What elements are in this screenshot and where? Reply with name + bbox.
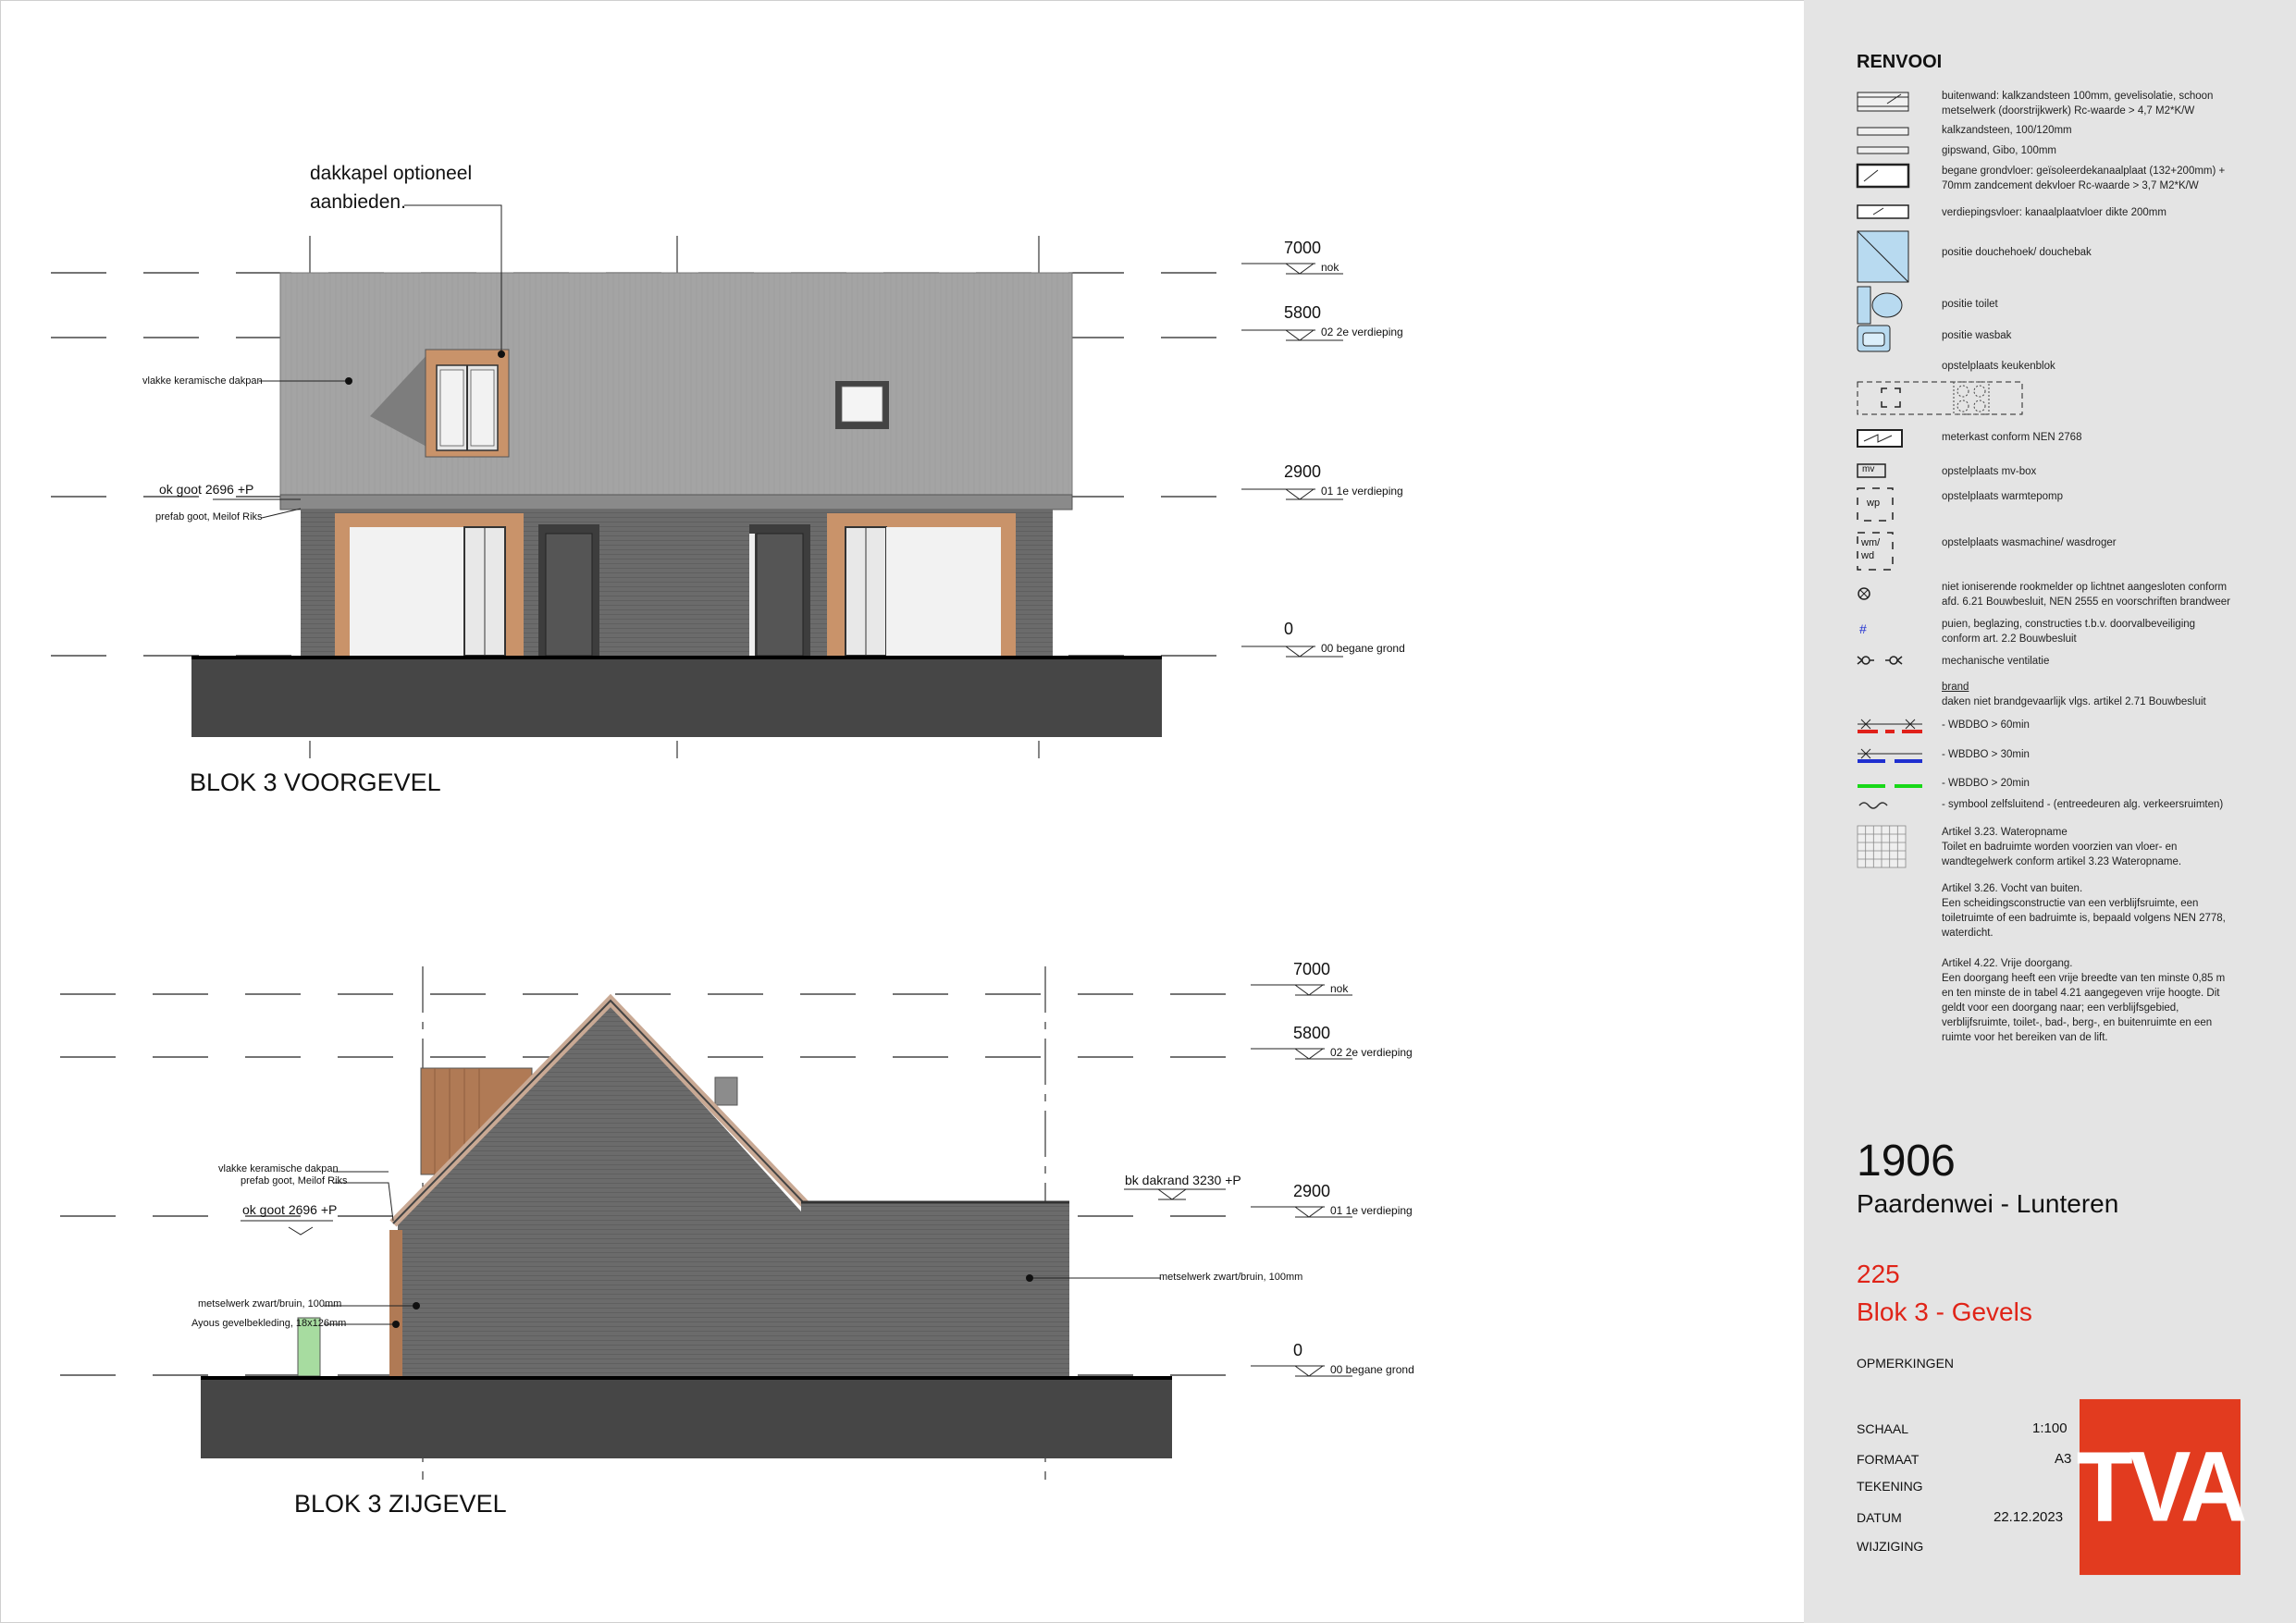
- field-revision-key: WIJZIGING: [1857, 1539, 1924, 1554]
- front-level-nok-name: nok: [1321, 261, 1339, 274]
- side-level-0-value: 0: [1293, 1341, 1303, 1359]
- project-name: Paardenwei - Lunteren: [1857, 1189, 2119, 1218]
- remarks-label: OPMERKINGEN: [1857, 1356, 1955, 1371]
- front-gutter-label: prefab goot, Meilof Riks: [155, 511, 263, 523]
- field-scale-key: SCHAAL: [1857, 1421, 1909, 1436]
- legend-item-heat-pump: opstelplaats warmtepomp: [1942, 491, 2064, 502]
- field-drawing-key: TEKENING: [1857, 1479, 1923, 1494]
- article-4-22: Artikel 4.22. Vrije doorgang. Een doorga…: [1942, 958, 2226, 1043]
- front-ground: [191, 656, 1162, 737]
- front-level-0-name: 00 begane grond: [1321, 642, 1405, 655]
- field-date-key: DATUM: [1857, 1510, 1902, 1525]
- side-dakrand-label: bk dakrand 3230 +P: [1125, 1173, 1241, 1187]
- legend-item-wall: buitenwand: kalkzandsteen 100mm, gevelis…: [1942, 91, 2214, 117]
- dormer-note-line1: dakkapel optioneel: [310, 163, 473, 184]
- mv-box-icon: mv: [1862, 464, 1875, 474]
- fire-item-60: - WBDBO > 60min: [1942, 719, 2030, 731]
- side-level-2-name: 02 2e verdieping: [1330, 1046, 1413, 1059]
- side-level-nok-name: nok: [1330, 982, 1349, 995]
- fall-protection-icon: #: [1859, 621, 1867, 636]
- fire-item-20: - WBDBO > 20min: [1942, 778, 2030, 789]
- side-wood-strip: [389, 1230, 402, 1378]
- fire-heading: brand: [1942, 682, 1969, 693]
- legend-item-floor-slab: verdiepingsvloer: kanaalplaatvloer dikte…: [1942, 207, 2166, 218]
- field-format-key: FORMAAT: [1857, 1452, 1920, 1467]
- elevation-drawings: [51, 204, 1352, 1480]
- sheet-number: 225: [1857, 1260, 1900, 1288]
- front-level-1-value: 2900: [1284, 462, 1322, 481]
- legend-item-kitchen: opstelplaats keukenblok: [1942, 361, 2055, 372]
- washer-icon: wm/ wd: [1861, 537, 1881, 561]
- side-brick-label: metselwerk zwart/bruin, 100mm: [198, 1298, 342, 1309]
- field-format-value: A3: [2055, 1451, 2072, 1467]
- side-roof-label: vlakke keramische dakpan: [218, 1163, 339, 1174]
- side-gable-wall: [398, 1003, 801, 1378]
- chimney: [714, 1076, 738, 1106]
- field-scale-value: 1:100: [2032, 1420, 2068, 1436]
- legend-item-washer: opstelplaats wasmachine/ wasdroger: [1942, 537, 2117, 548]
- front-level-nok-value: 7000: [1284, 239, 1322, 257]
- legend-item-ventilation: mechanische ventilatie: [1942, 656, 2050, 667]
- side-gutter-label: prefab goot, Meilof Riks: [241, 1175, 348, 1187]
- front-level-0-value: 0: [1284, 620, 1294, 638]
- side-level-0-name: 00 begane grond: [1330, 1363, 1414, 1376]
- legend-heading: RENVOOI: [1857, 52, 1943, 72]
- front-roof: [279, 272, 1073, 496]
- side-level-2-value: 5800: [1293, 1024, 1331, 1042]
- side-annex: [801, 1202, 1069, 1378]
- fire-item-selfclosing: - symbool zelfsluitend - (entreedeuren a…: [1942, 799, 2224, 810]
- sheet-title: Blok 3 - Gevels: [1857, 1297, 2032, 1326]
- legend-item-toilet: positie toilet: [1942, 299, 1998, 310]
- legend-item-shower: positie douchehoek/ douchebak: [1942, 247, 2092, 258]
- dormer-note-line2: aanbieden.: [310, 191, 406, 213]
- article-3-26: Artikel 3.26. Vocht van buiten. Een sche…: [1942, 883, 2226, 939]
- side-ground: [201, 1377, 1172, 1458]
- field-date-value: 22.12.2023: [1994, 1509, 2064, 1525]
- front-gutter-level-label: ok goot 2696 +P: [159, 482, 254, 497]
- legend-item-ground-floor: begane grondvloer: geïsoleerdekanaalplaa…: [1942, 166, 2226, 191]
- side-gutter-level-label: ok goot 2696 +P: [242, 1202, 338, 1217]
- legend-item-sand-lime: kalkzandsteen, 100/120mm: [1942, 125, 2072, 136]
- side-level-1-name: 01 1e verdieping: [1330, 1204, 1413, 1217]
- side-elevation-title: BLOK 3 ZIJGEVEL: [294, 1490, 507, 1518]
- legend-item-fall-protection: puien, beglazing, constructies t.b.v. do…: [1942, 619, 2196, 645]
- front-roof-label: vlakke keramische dakpan: [142, 375, 263, 387]
- legend-item-smoke: niet ioniserende rookmelder op lichtnet …: [1942, 582, 2230, 608]
- legend-item-gypsum: gipswand, Gibo, 100mm: [1942, 145, 2057, 156]
- fire-item-30: - WBDBO > 30min: [1942, 749, 2030, 760]
- legend-item-meter: meterkast conform NEN 2768: [1942, 432, 2082, 443]
- side-level-nok-value: 7000: [1293, 960, 1331, 978]
- side-elevation: [60, 966, 1352, 1480]
- tva-logo: TVA: [2077, 1398, 2247, 1576]
- side-level-1-value: 2900: [1293, 1182, 1331, 1200]
- fire-subheading: daken niet brandgevaarlijk vlgs. artikel…: [1942, 696, 2206, 707]
- front-level-1-name: 01 1e verdieping: [1321, 485, 1403, 498]
- article-3-23: Artikel 3.23. Wateropname Toilet en badr…: [1942, 827, 2182, 867]
- front-elevation-title: BLOK 3 VOORGEVEL: [190, 768, 441, 796]
- front-level-2-name: 02 2e verdieping: [1321, 326, 1403, 338]
- heat-pump-icon: wp: [1867, 498, 1881, 509]
- project-number: 1906: [1857, 1137, 1956, 1186]
- legend-item-mv-box: opstelplaats mv-box: [1942, 466, 2037, 477]
- side-cladding-label: Ayous gevelbekleding, 18x126mm: [191, 1318, 347, 1329]
- front-level-2-value: 5800: [1284, 303, 1322, 322]
- legend-item-sink: positie wasbak: [1942, 330, 2012, 341]
- side-brick-right-label: metselwerk zwart/bruin, 100mm: [1159, 1272, 1303, 1283]
